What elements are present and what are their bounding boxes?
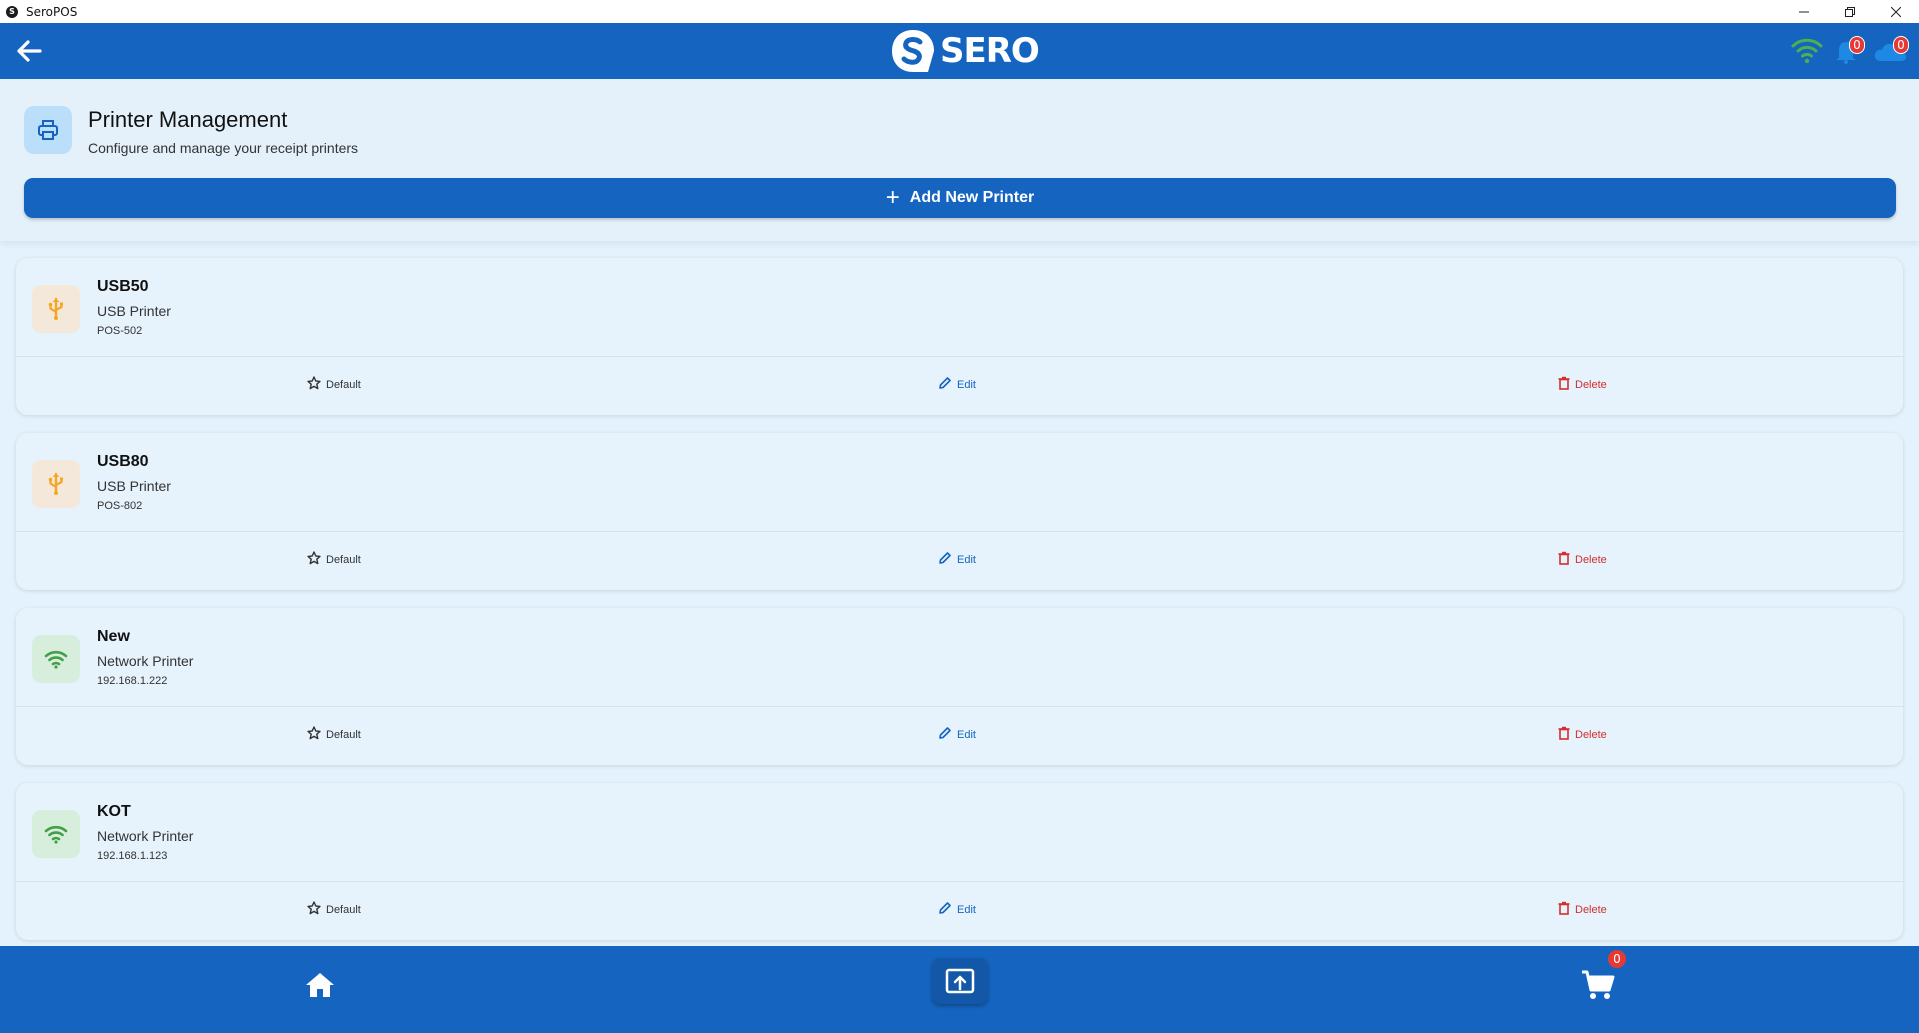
printer-name: New [97, 628, 130, 645]
default-label: Default [326, 378, 361, 391]
default-label: Default [326, 553, 361, 566]
network-wifi-icon [32, 810, 80, 858]
back-arrow-icon[interactable] [14, 36, 44, 66]
printer-card[interactable]: New Network Printer 192.168.1.222 Default Ed… [16, 608, 1903, 765]
delete-label: Delete [1575, 553, 1607, 566]
edit-button[interactable]: Edit [938, 726, 976, 743]
edit-label: Edit [957, 553, 976, 566]
window-controls [1781, 0, 1919, 23]
star-icon [307, 726, 326, 743]
edit-label: Edit [957, 728, 976, 741]
printer-management-header: Printer Management Configure and manage … [0, 79, 1919, 241]
trash-icon [1558, 901, 1575, 918]
printer-detail: POS-502 [97, 325, 143, 337]
delete-button[interactable]: Delete [1558, 551, 1607, 568]
set-default-button[interactable]: Default [307, 376, 361, 393]
restore-icon[interactable] [1827, 0, 1873, 23]
printer-type: USB Printer [97, 303, 171, 319]
window-titlebar: S SeroPOS [0, 0, 1919, 23]
default-label: Default [326, 728, 361, 741]
sero-logo-mark-icon [892, 30, 934, 72]
plus-icon: + [885, 184, 900, 211]
delete-button[interactable]: Delete [1558, 726, 1607, 743]
home-icon[interactable] [303, 968, 337, 1002]
edit-button[interactable]: Edit [938, 901, 976, 918]
pencil-icon [938, 901, 957, 918]
printer-list: USB50 USB Printer POS-502 Default Edit Delete… [16, 258, 1903, 958]
printer-card[interactable]: KOT Network Printer 192.168.1.123 Default Ed… [16, 783, 1903, 940]
minimize-icon[interactable] [1781, 0, 1827, 23]
notification-count-badge: 0 [1849, 36, 1865, 54]
trash-icon [1558, 376, 1575, 393]
edit-label: Edit [957, 903, 976, 916]
pencil-icon [938, 376, 957, 393]
delete-button[interactable]: Delete [1558, 901, 1607, 918]
star-icon [307, 901, 326, 918]
printer-icon [24, 106, 72, 154]
add-new-printer-label: Add New Printer [909, 189, 1035, 206]
edit-button[interactable]: Edit [938, 376, 976, 393]
main-content: Printer Management Configure and manage … [0, 79, 1919, 946]
pencil-icon [938, 551, 957, 568]
card-divider [16, 356, 1903, 357]
page-title: Printer Management [88, 107, 288, 132]
page-subtitle: Configure and manage your receipt printe… [88, 140, 359, 156]
printer-name: KOT [97, 803, 131, 820]
app-header: SERO 0 0 [0, 23, 1919, 79]
printer-name: USB50 [97, 278, 149, 295]
printer-type: Network Printer [97, 828, 194, 844]
printer-name: USB80 [97, 453, 149, 470]
edit-label: Edit [957, 378, 976, 391]
card-divider [16, 531, 1903, 532]
star-icon [307, 551, 326, 568]
printer-type: Network Printer [97, 653, 194, 669]
printer-detail: 192.168.1.123 [97, 850, 168, 862]
pencil-icon [938, 726, 957, 743]
set-default-button[interactable]: Default [307, 726, 361, 743]
bottom-navigation: 0 [0, 946, 1919, 1033]
close-icon[interactable] [1873, 0, 1919, 23]
delete-button[interactable]: Delete [1558, 376, 1607, 393]
card-divider [16, 706, 1903, 707]
usb-icon [32, 460, 80, 508]
delete-label: Delete [1575, 728, 1607, 741]
wifi-icon[interactable] [1791, 37, 1823, 65]
brand-name: SERO [940, 31, 1040, 71]
printer-detail: 192.168.1.222 [97, 675, 168, 687]
usb-icon [32, 285, 80, 333]
add-new-printer-button[interactable]: + Add New Printer [24, 178, 1896, 218]
delete-label: Delete [1575, 378, 1607, 391]
printer-card[interactable]: USB80 USB Printer POS-802 Default Edit Delete [16, 433, 1903, 590]
network-wifi-icon [32, 635, 80, 683]
trash-icon [1558, 726, 1575, 743]
window-title: SeroPOS [26, 4, 78, 19]
upload-screen-icon[interactable] [932, 958, 988, 1004]
set-default-button[interactable]: Default [307, 901, 361, 918]
notification-button[interactable]: 0 [1833, 36, 1865, 65]
set-default-button[interactable]: Default [307, 551, 361, 568]
card-divider [16, 881, 1903, 882]
printer-card[interactable]: USB50 USB Printer POS-502 Default Edit Delete [16, 258, 1903, 415]
cart-count-badge: 0 [1608, 950, 1626, 968]
app-logo-icon: S [6, 5, 18, 18]
cart-icon[interactable] [1580, 968, 1616, 1002]
edit-button[interactable]: Edit [938, 551, 976, 568]
delete-label: Delete [1575, 903, 1607, 916]
sync-button[interactable]: 0 [1873, 36, 1911, 65]
sero-logo: SERO [888, 27, 1040, 75]
printer-type: USB Printer [97, 478, 171, 494]
star-icon [307, 376, 326, 393]
default-label: Default [326, 903, 361, 916]
trash-icon [1558, 551, 1575, 568]
sync-count-badge: 0 [1893, 36, 1909, 54]
printer-detail: POS-802 [97, 500, 143, 512]
